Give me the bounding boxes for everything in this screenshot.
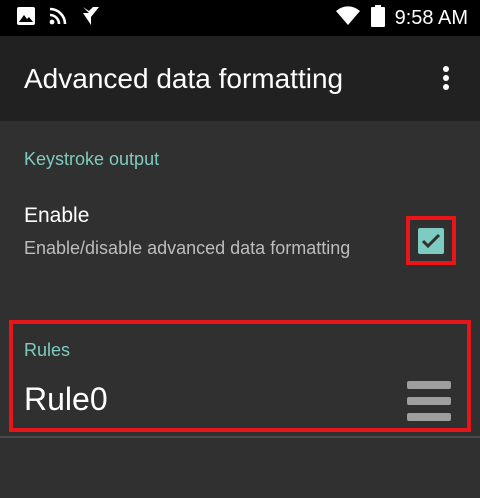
page-title: Advanced data formatting	[24, 63, 344, 94]
status-bar: 9:58 AM	[0, 0, 480, 36]
list-divider	[0, 436, 480, 438]
drag-handle-bar	[407, 397, 451, 405]
rss-icon	[48, 6, 68, 31]
status-bar-notifications	[16, 0, 102, 36]
section-header-keystroke-output: Keystroke output	[24, 149, 160, 169]
status-bar-system: 9:58 AM	[335, 0, 468, 36]
image-icon	[16, 6, 36, 31]
wifi-icon	[335, 5, 361, 31]
drag-handle-icon[interactable]	[407, 381, 451, 421]
enable-checkbox-highlight	[406, 216, 456, 265]
section-header-rules: Rules	[24, 340, 71, 360]
enable-checkbox[interactable]	[418, 227, 444, 254]
more-vert-icon[interactable]	[426, 58, 466, 98]
app-bar: Advanced data formatting	[0, 36, 480, 121]
drag-handle-bar	[407, 413, 451, 421]
rule-name: Rule0	[24, 381, 108, 417]
check-icon	[421, 233, 441, 248]
enable-title: Enable	[24, 204, 90, 227]
enable-summary: Enable/disable advanced data formatting	[24, 238, 351, 258]
app-logo-icon	[80, 5, 102, 32]
status-time: 9:58 AM	[394, 6, 468, 29]
drag-handle-bar	[407, 381, 451, 389]
battery-icon	[370, 4, 385, 32]
